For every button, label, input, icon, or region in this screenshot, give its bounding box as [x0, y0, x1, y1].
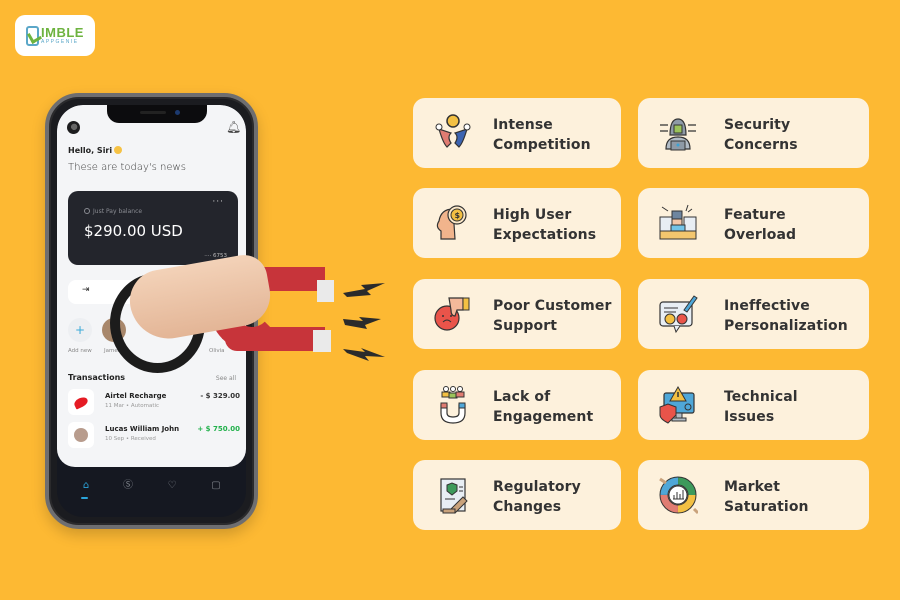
add-contact-button[interactable]: +: [68, 318, 92, 342]
challenge-card: Ineffective Personalization: [638, 279, 869, 349]
challenge-card: Market Saturation: [638, 460, 869, 530]
contact-label: Add new: [68, 348, 92, 354]
challenge-label: Market Saturation: [724, 479, 809, 515]
card-number: ···· 6753: [204, 253, 227, 259]
challenge-card: $ High User Expectations: [413, 188, 621, 258]
competition-icon: [433, 113, 473, 153]
speaker: [140, 111, 166, 114]
transaction-meta: 11 Mar • Automatic: [105, 403, 160, 409]
hacker-icon: [658, 113, 698, 153]
balance-amount: $290.00 USD: [84, 222, 183, 240]
tab-bar: ⌂ Ⓢ ♡ ▢: [57, 461, 246, 517]
lightning-bolt-icon: [343, 283, 385, 297]
active-tab-indicator: [81, 497, 88, 499]
airtel-logo-icon: [68, 389, 94, 415]
transaction-amount: + $ 750.00: [197, 425, 240, 433]
app-content: 🔔︎ Hello, Siri These are today's news Ju…: [57, 105, 246, 467]
phone-screen: 🔔︎ Hello, Siri These are today's news Ju…: [57, 105, 246, 517]
greeting: Hello, Siri: [68, 146, 123, 155]
challenge-card: Feature Overload: [638, 188, 869, 258]
challenge-label: Ineffective Personalization: [724, 298, 848, 334]
bell-icon[interactable]: 🔔︎: [226, 120, 241, 134]
transaction-row[interactable]: Airtel Recharge 11 Mar • Automatic - $ 3…: [68, 389, 240, 415]
challenge-card: Technical Issues: [638, 370, 869, 440]
transaction-name: Lucas William John: [105, 425, 180, 433]
overloaded-worker-icon: [658, 203, 698, 243]
challenge-label: Regulatory Changes: [493, 479, 581, 515]
avatar: [68, 422, 94, 448]
feedback-icon: [658, 294, 698, 334]
coin-icon: [84, 208, 90, 214]
challenge-label: Poor Customer Support: [493, 298, 612, 334]
challenge-card: Intense Competition: [413, 98, 621, 168]
challenge-label: Lack of Engagement: [493, 389, 594, 425]
contact-label: James: [104, 348, 121, 354]
computer-warning-icon: [658, 385, 698, 425]
contact-avatar[interactable]: [102, 318, 126, 342]
lightning-bolt-icon: [343, 317, 381, 329]
challenge-card: Regulatory Changes: [413, 460, 621, 530]
challenge-label: Security Concerns: [724, 117, 798, 153]
brand-logo: IMBLE APPGENIE: [15, 15, 95, 56]
logo-wordmark: IMBLE: [41, 25, 84, 40]
transaction-name: Airtel Recharge: [105, 392, 167, 400]
heart-icon[interactable]: ♡: [165, 479, 179, 493]
head-dollar-icon: $: [433, 203, 473, 243]
smile-emoji-icon: [114, 146, 123, 154]
magnet-pole-bottom: [313, 330, 331, 352]
wallet-icon[interactable]: ▢: [209, 479, 223, 493]
challenge-card: Security Concerns: [638, 98, 869, 168]
send-icon[interactable]: ⇥: [82, 285, 90, 295]
magnet-users-icon: [433, 385, 473, 425]
challenge-label: High User Expectations: [493, 207, 597, 243]
transaction-meta: 10 Sep • Received: [105, 436, 156, 442]
logo-subtitle: APPGENIE: [41, 39, 79, 45]
challenge-label: Intense Competition: [493, 117, 591, 153]
contact-label: Olivia: [209, 348, 225, 354]
camera-icon: [175, 110, 180, 115]
balance-label: Just Pay balance: [84, 208, 142, 215]
phone-mockup: 🔔︎ Hello, Siri These are today's news Ju…: [45, 93, 258, 529]
challenge-card: Lack of Engagement: [413, 370, 621, 440]
news-subtitle: These are today's news: [68, 162, 186, 173]
phone-notch: [107, 105, 207, 123]
transactions-title: Transactions: [68, 373, 126, 382]
profile-avatar[interactable]: [67, 121, 80, 134]
legal-document-icon: [433, 475, 473, 515]
contacts-row: + Add new James Olivia: [68, 318, 238, 362]
action-bar: ⇥ ⤓: [68, 280, 238, 304]
transaction-row[interactable]: Lucas William John 10 Sep • Received + $…: [68, 422, 240, 448]
svg-text:$: $: [455, 211, 461, 220]
card-menu-icon[interactable]: ···: [212, 197, 224, 207]
magnet-pole-top: [317, 280, 334, 302]
logo-phone-icon: [26, 25, 40, 46]
lightning-bolt-icon: [343, 348, 385, 361]
challenge-label: Feature Overload: [724, 207, 797, 243]
download-icon[interactable]: ⤓: [184, 285, 188, 295]
market-chart-icon: [658, 475, 698, 515]
home-icon[interactable]: ⌂: [79, 479, 93, 493]
dollar-icon[interactable]: Ⓢ: [121, 479, 135, 493]
balance-card[interactable]: Just Pay balance $290.00 USD ··· ···· 67…: [68, 191, 238, 265]
transaction-amount: - $ 329.00: [200, 392, 240, 400]
challenge-label: Technical Issues: [724, 389, 798, 425]
plus-icon: +: [74, 323, 86, 337]
challenge-card: Poor Customer Support: [413, 279, 621, 349]
see-all-link[interactable]: See all: [216, 375, 236, 382]
thumbs-down-icon: [433, 294, 473, 334]
